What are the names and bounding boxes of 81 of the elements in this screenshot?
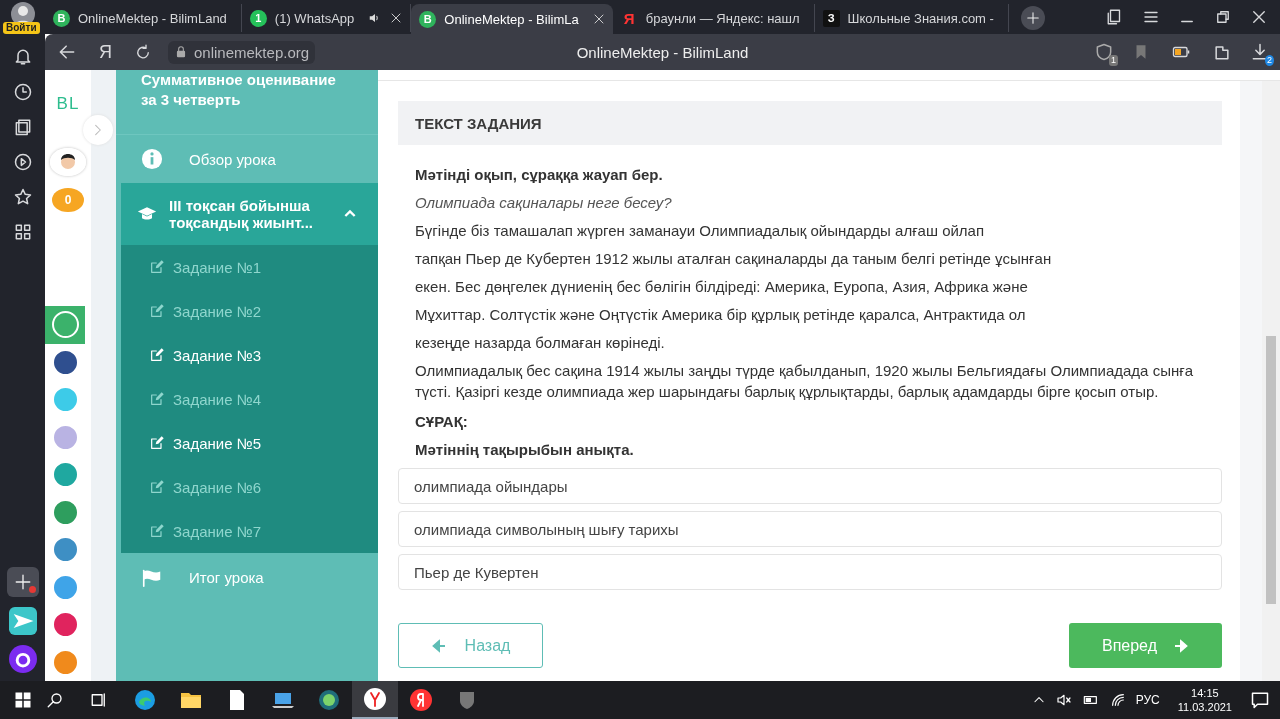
- back-button[interactable]: Назад: [398, 623, 543, 668]
- task-view-icon[interactable]: [90, 691, 108, 709]
- tab-favicon-icon: B: [53, 9, 70, 27]
- page-title: OnlineMektep - BilimLand: [576, 43, 749, 61]
- site-logo[interactable]: BL: [56, 94, 80, 114]
- yandex-browser-icon[interactable]: [363, 687, 387, 711]
- browser-tab[interactable]: З Школьные Знания.com -: [814, 4, 1009, 32]
- clock[interactable]: 14:15 11.03.2021: [1177, 686, 1232, 714]
- text-subtitle: Олимпиада сақиналары неге бесеу?: [415, 193, 673, 213]
- globe-icon[interactable]: [317, 688, 341, 712]
- plus-icon: [13, 573, 32, 591]
- task-item[interactable]: Задание №7: [121, 509, 378, 553]
- edit-icon: [149, 391, 165, 407]
- address-field[interactable]: onlinemektep.org: [168, 40, 316, 64]
- close-icon[interactable]: [592, 13, 605, 25]
- play-icon[interactable]: [12, 152, 33, 172]
- coin-counter: 0: [52, 187, 84, 212]
- task-item[interactable]: Задание №2: [121, 289, 378, 333]
- yandex-icon[interactable]: [409, 688, 433, 712]
- tab-favicon-icon: B: [419, 10, 437, 28]
- assistant-icon[interactable]: [8, 645, 37, 673]
- yandex-home-button[interactable]: Я: [99, 41, 112, 63]
- edit-icon: [149, 479, 165, 495]
- new-tab-button[interactable]: [1020, 6, 1045, 30]
- browser-tab[interactable]: B OnlineMektep - BilimLand: [45, 4, 242, 32]
- browser-tab[interactable]: B OnlineMektep - BilimLa: [411, 4, 613, 34]
- edit-icon: [149, 523, 165, 539]
- close-icon[interactable]: [390, 12, 403, 24]
- restore-icon[interactable]: [1214, 8, 1232, 26]
- task-item[interactable]: Задание №4: [121, 377, 378, 421]
- text-line: екен. Бес дөңгелек дүниенің бес бөлігін білдіреді: Америка, Еуропа, Азия, Африка және: [415, 277, 1029, 297]
- tab-favicon-icon: 1: [249, 9, 267, 27]
- info-icon: [141, 148, 163, 170]
- edge-icon[interactable]: [133, 688, 157, 712]
- user-avatar-icon[interactable]: [50, 148, 86, 176]
- answer-option[interactable]: Пьер де Кувертен: [398, 554, 1222, 590]
- edit-icon: [149, 259, 165, 275]
- login-label[interactable]: Войти: [3, 22, 40, 34]
- windows-icon: [14, 691, 32, 709]
- text-line: Мұхиттар. Солтүстік және Оңтүстік Америка бір құрлық ретінде қаралса, Антрактида ол: [415, 305, 1027, 325]
- edit-icon: [149, 303, 165, 319]
- text-line: тапқан Пьер де Кубертен 1912 жылы аталған сақиналарды да таным белгі ретінде ұсынған: [415, 249, 1053, 269]
- shield-icon: [1094, 42, 1114, 62]
- edit-icon: [149, 347, 165, 363]
- scrollbar[interactable]: [1262, 81, 1280, 681]
- volume-muted-icon[interactable]: [1055, 692, 1072, 708]
- tab-favicon-icon: З: [822, 9, 840, 27]
- star-icon[interactable]: [12, 187, 33, 207]
- close-icon[interactable]: [1250, 8, 1268, 26]
- reload-icon[interactable]: [134, 43, 152, 61]
- instruction-text: Мәтінді оқып, сұраққа жауап бер.: [415, 165, 664, 185]
- text-paragraph: Олимпиадалық бес сақина 1914 жылы заңды түрде қабылданып, 1920 жылы Бельгиядағы Олимпиадада сынға түсті. Қазіргі кезде олимпиада жер шарындағы барлық құрлықтарды, барлық адамдарды бірге қосып отыр.: [415, 361, 1194, 402]
- lock-icon: [174, 45, 188, 59]
- next-button[interactable]: Вперед: [1069, 623, 1222, 668]
- task-text-header: ТЕКСТ ЗАДАНИЯ: [398, 101, 1222, 145]
- add-panel-button[interactable]: [6, 567, 39, 597]
- question-label: СҰРАҚ:: [415, 412, 469, 432]
- task-item[interactable]: Задание №6: [121, 465, 378, 509]
- clock-icon[interactable]: [12, 82, 33, 102]
- answer-option[interactable]: олимпиада ойындары: [398, 468, 1222, 504]
- lesson-section[interactable]: III тоқсан бойынша тоқсандық жиынт...: [121, 183, 378, 245]
- plus-icon: [1025, 11, 1040, 25]
- search-icon[interactable]: [46, 691, 64, 709]
- tab-favicon-icon: Я: [620, 9, 638, 27]
- answer-option[interactable]: олимпиада символының шығу тарихы: [398, 511, 1222, 547]
- question-text: Мәтіннің тақырыбын анықта.: [415, 440, 635, 460]
- arrow-left-icon: [430, 637, 447, 654]
- text-line: Бүгінде біз тамашалап жүрген заманауи Олимпиадалық ойындарды алғаш ойлап: [415, 221, 986, 241]
- browser-tab[interactable]: Я браунли — Яндекс: нашл: [612, 4, 815, 32]
- language-indicator[interactable]: РУС: [1135, 693, 1160, 707]
- browser-tab[interactable]: 1 (1) WhatsApp: [241, 4, 412, 32]
- send-icon[interactable]: [8, 607, 37, 635]
- task-item[interactable]: Задание №5: [121, 421, 378, 465]
- text-line: кезеңде назарда болмаған көрінеді.: [415, 333, 666, 353]
- notification-dot-icon: [28, 586, 36, 593]
- wifi-icon[interactable]: [1109, 692, 1126, 708]
- notification-icon[interactable]: [1250, 690, 1270, 710]
- task-item[interactable]: Задание №1: [121, 245, 378, 289]
- task-item[interactable]: Задание №3: [121, 333, 378, 377]
- arrow-right-icon: [1173, 637, 1189, 654]
- edit-icon: [149, 435, 165, 451]
